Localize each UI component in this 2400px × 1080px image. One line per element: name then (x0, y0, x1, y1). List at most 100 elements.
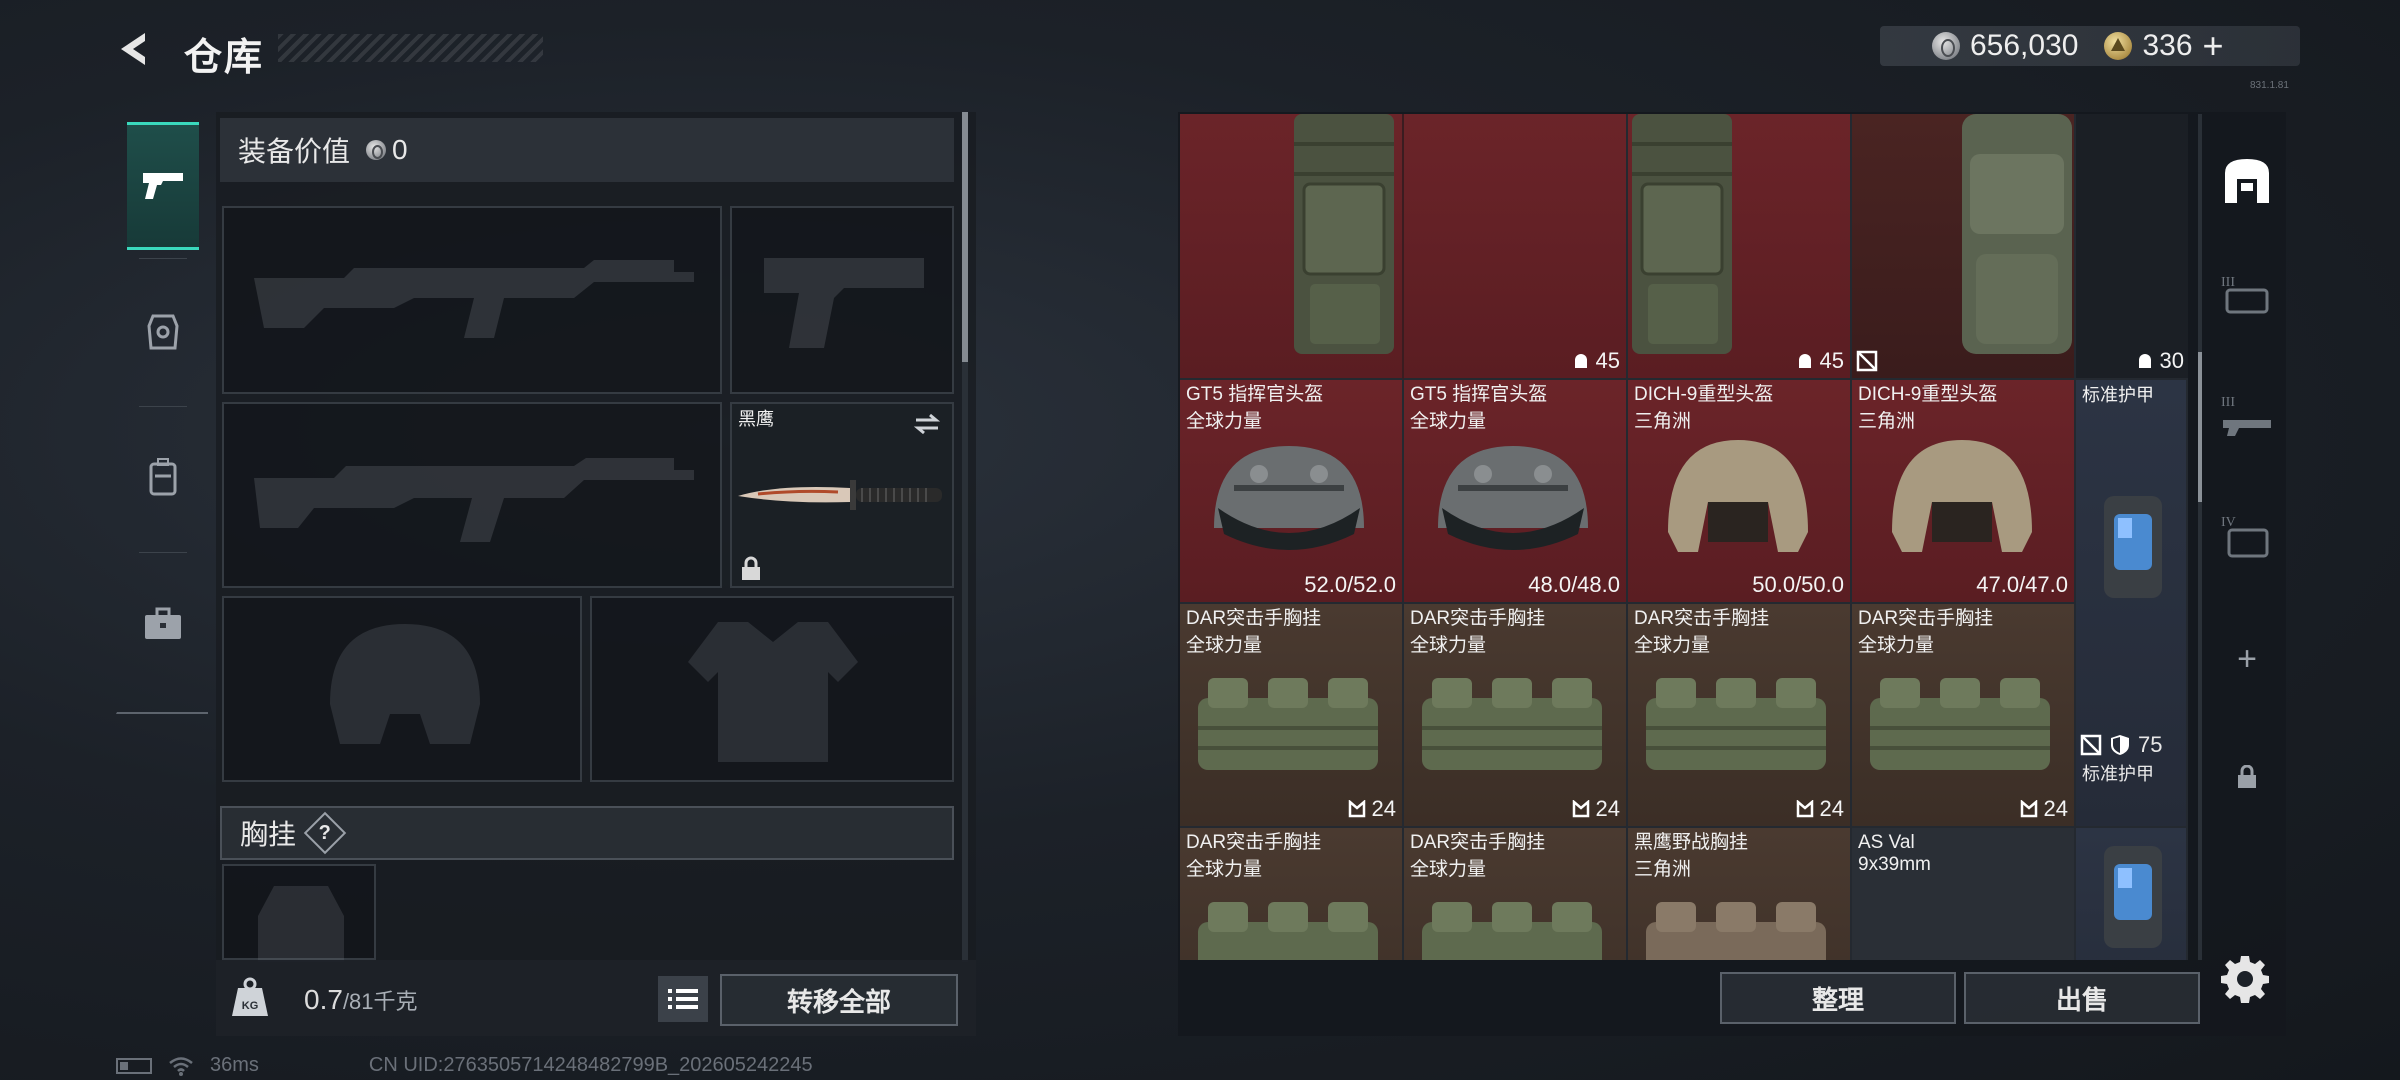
list-view-button[interactable] (658, 976, 708, 1022)
vest-image (1198, 902, 1378, 960)
svg-text:III: III (2221, 395, 2235, 410)
weight-icon: KG (232, 977, 268, 1016)
help-button[interactable]: ? (303, 811, 347, 855)
svg-text:IV: IV (2221, 515, 2236, 530)
currency-bar: 656,030 336 + (1880, 25, 2300, 67)
tab-storage-4[interactable]: IV (2212, 500, 2282, 570)
armor-slot[interactable] (590, 596, 954, 782)
tab-case[interactable] (127, 560, 199, 688)
tab-equipment[interactable] (127, 268, 199, 396)
tab-backpack[interactable] (127, 414, 199, 542)
grid-item-armor[interactable] (2076, 828, 2188, 960)
melee-name: 黑鹰 (738, 409, 774, 429)
armor-plate-image (2104, 846, 2162, 948)
helmet-slot[interactable] (222, 596, 582, 782)
primary-weapon-slot[interactable] (222, 206, 722, 394)
battery-icon (116, 1057, 152, 1074)
item-value: 45 (1572, 348, 1620, 374)
armor-silhouette-icon (688, 622, 858, 762)
gold-amount: 336 (2142, 29, 2193, 62)
lock-icon (2238, 765, 2256, 788)
helmet-image (1214, 446, 1364, 550)
rifle-silhouette-icon (254, 260, 694, 338)
melee-slot[interactable]: 黑鹰 (730, 402, 954, 588)
helmet-silhouette-icon (330, 624, 480, 744)
tab-all-storage[interactable] (2212, 146, 2282, 216)
chevron-left-icon (121, 33, 145, 65)
pistol-silhouette-icon (764, 258, 924, 348)
storage-grid: 45 45 30 GT5 指挥官头盔 全球力量 52.0/52.0 GT5 指挥… (1180, 114, 2188, 960)
item-capacity: 24 (1348, 796, 1396, 822)
back-button[interactable] (112, 26, 158, 72)
pistol-icon (143, 173, 183, 199)
weight-current: 0.7 (304, 984, 343, 1015)
grid-item-helmet[interactable]: DICH-9重型头盔 三角洲 50.0/50.0 (1628, 380, 1852, 604)
grid-item-helmet[interactable]: DICH-9重型头盔 三角洲 47.0/47.0 (1852, 380, 2076, 604)
pistol-slot[interactable] (730, 206, 954, 394)
grid-item-armor[interactable]: 标准护甲 75 标准护甲 (2076, 380, 2188, 828)
organize-button[interactable]: 整理 (1720, 972, 1956, 1024)
vest-silhouette-icon (258, 886, 344, 962)
lock-storage-button[interactable] (2212, 742, 2282, 812)
grid-item-backpack-3-image: 30 (1852, 114, 2188, 380)
armor-stats: 75 (2080, 732, 2162, 758)
grid-divider (1180, 114, 1404, 380)
capacity-icon (1348, 800, 1365, 818)
silver-amount: 656,030 (1970, 29, 2079, 62)
shield-icon (2111, 735, 2129, 755)
vest-image (1870, 678, 2050, 770)
grid-item-helmet[interactable]: GT5 指挥官头盔 全球力量 48.0/48.0 (1404, 380, 1628, 604)
grid-item-weapon[interactable]: AS Val 9x39mm (1852, 828, 2076, 960)
equipment-value-label: 装备价值 (238, 136, 351, 167)
warehouse-icon (2225, 159, 2269, 203)
sell-button[interactable]: 出售 (1964, 972, 2200, 1024)
item-capacity: 24 (1572, 796, 1620, 822)
add-currency-button[interactable]: + (2203, 25, 2224, 67)
vest-image (1422, 678, 1602, 770)
grid-item-backpack-2[interactable]: 45 (1628, 114, 1852, 380)
vest-image (1198, 678, 1378, 770)
storage-tier-icon: IV (2221, 515, 2269, 558)
secondary-weapon-slot[interactable] (222, 402, 722, 588)
grid-item-vest[interactable]: DAR突击手胸挂 全球力量 (1404, 828, 1628, 960)
swap-icon[interactable] (912, 412, 942, 436)
armor-label: 标准护甲 (2082, 764, 2154, 784)
grid-item-helmet[interactable]: GT5 指挥官头盔 全球力量 52.0/52.0 (1180, 380, 1404, 604)
tab-storage-3b[interactable]: III (2212, 380, 2282, 450)
backpack-image (1962, 114, 2072, 354)
grid-item-vest[interactable]: 黑鹰野战胸挂 三角洲 (1628, 828, 1852, 960)
grid-item-vest[interactable]: DAR突击手胸挂 全球力量 24 (1404, 604, 1628, 828)
tab-storage-3[interactable]: III (2212, 260, 2282, 330)
item-value: 45 (1796, 348, 1844, 374)
storage-scrollbar[interactable] (2198, 114, 2202, 960)
grid-item-vest[interactable]: DAR突击手胸挂 全球力量 (1180, 828, 1404, 960)
equipment-value-bar: 装备价值 0 (220, 118, 954, 182)
loadout-scroll-thumb[interactable] (962, 112, 968, 362)
ping-readout: 36ms (210, 1054, 259, 1076)
helmet-image (1668, 440, 1808, 552)
chest-rig-slot[interactable] (222, 864, 376, 962)
status-bar: 36ms CN UID:2763505714248482799B_2026052… (116, 1054, 813, 1077)
durability-icon (2138, 354, 2151, 368)
settings-button[interactable] (2218, 952, 2272, 1006)
add-storage-button[interactable]: + (2212, 624, 2282, 694)
no-insure-icon (2080, 734, 2102, 756)
storage-scroll-thumb[interactable] (2198, 352, 2202, 502)
category-tabs (116, 108, 208, 714)
silver-coin-icon (366, 140, 387, 160)
vest-image (1422, 902, 1602, 960)
grid-item-vest[interactable]: DAR突击手胸挂 全球力量 24 (1628, 604, 1852, 828)
transfer-all-button[interactable]: 转移全部 (720, 974, 958, 1026)
grid-item-vest[interactable]: DAR突击手胸挂 全球力量 24 (1852, 604, 2076, 828)
equipment-value-amount: 0 (392, 134, 408, 165)
page-title: 仓库 (184, 37, 265, 79)
grid-item-vest[interactable]: DAR突击手胸挂 全球力量 24 (1180, 604, 1404, 828)
briefcase-icon (145, 607, 181, 639)
weight-max: /81千克 (342, 989, 418, 1014)
tab-weapons[interactable] (127, 122, 199, 250)
silver-coin-icon (1932, 32, 1960, 60)
weight-readout: 0.7/81千克 (304, 984, 418, 1016)
vest-image (1646, 902, 1826, 960)
uid-readout: CN UID:2763505714248482799B_202605242245 (368, 1054, 813, 1076)
item-capacity: 24 (2020, 796, 2068, 822)
